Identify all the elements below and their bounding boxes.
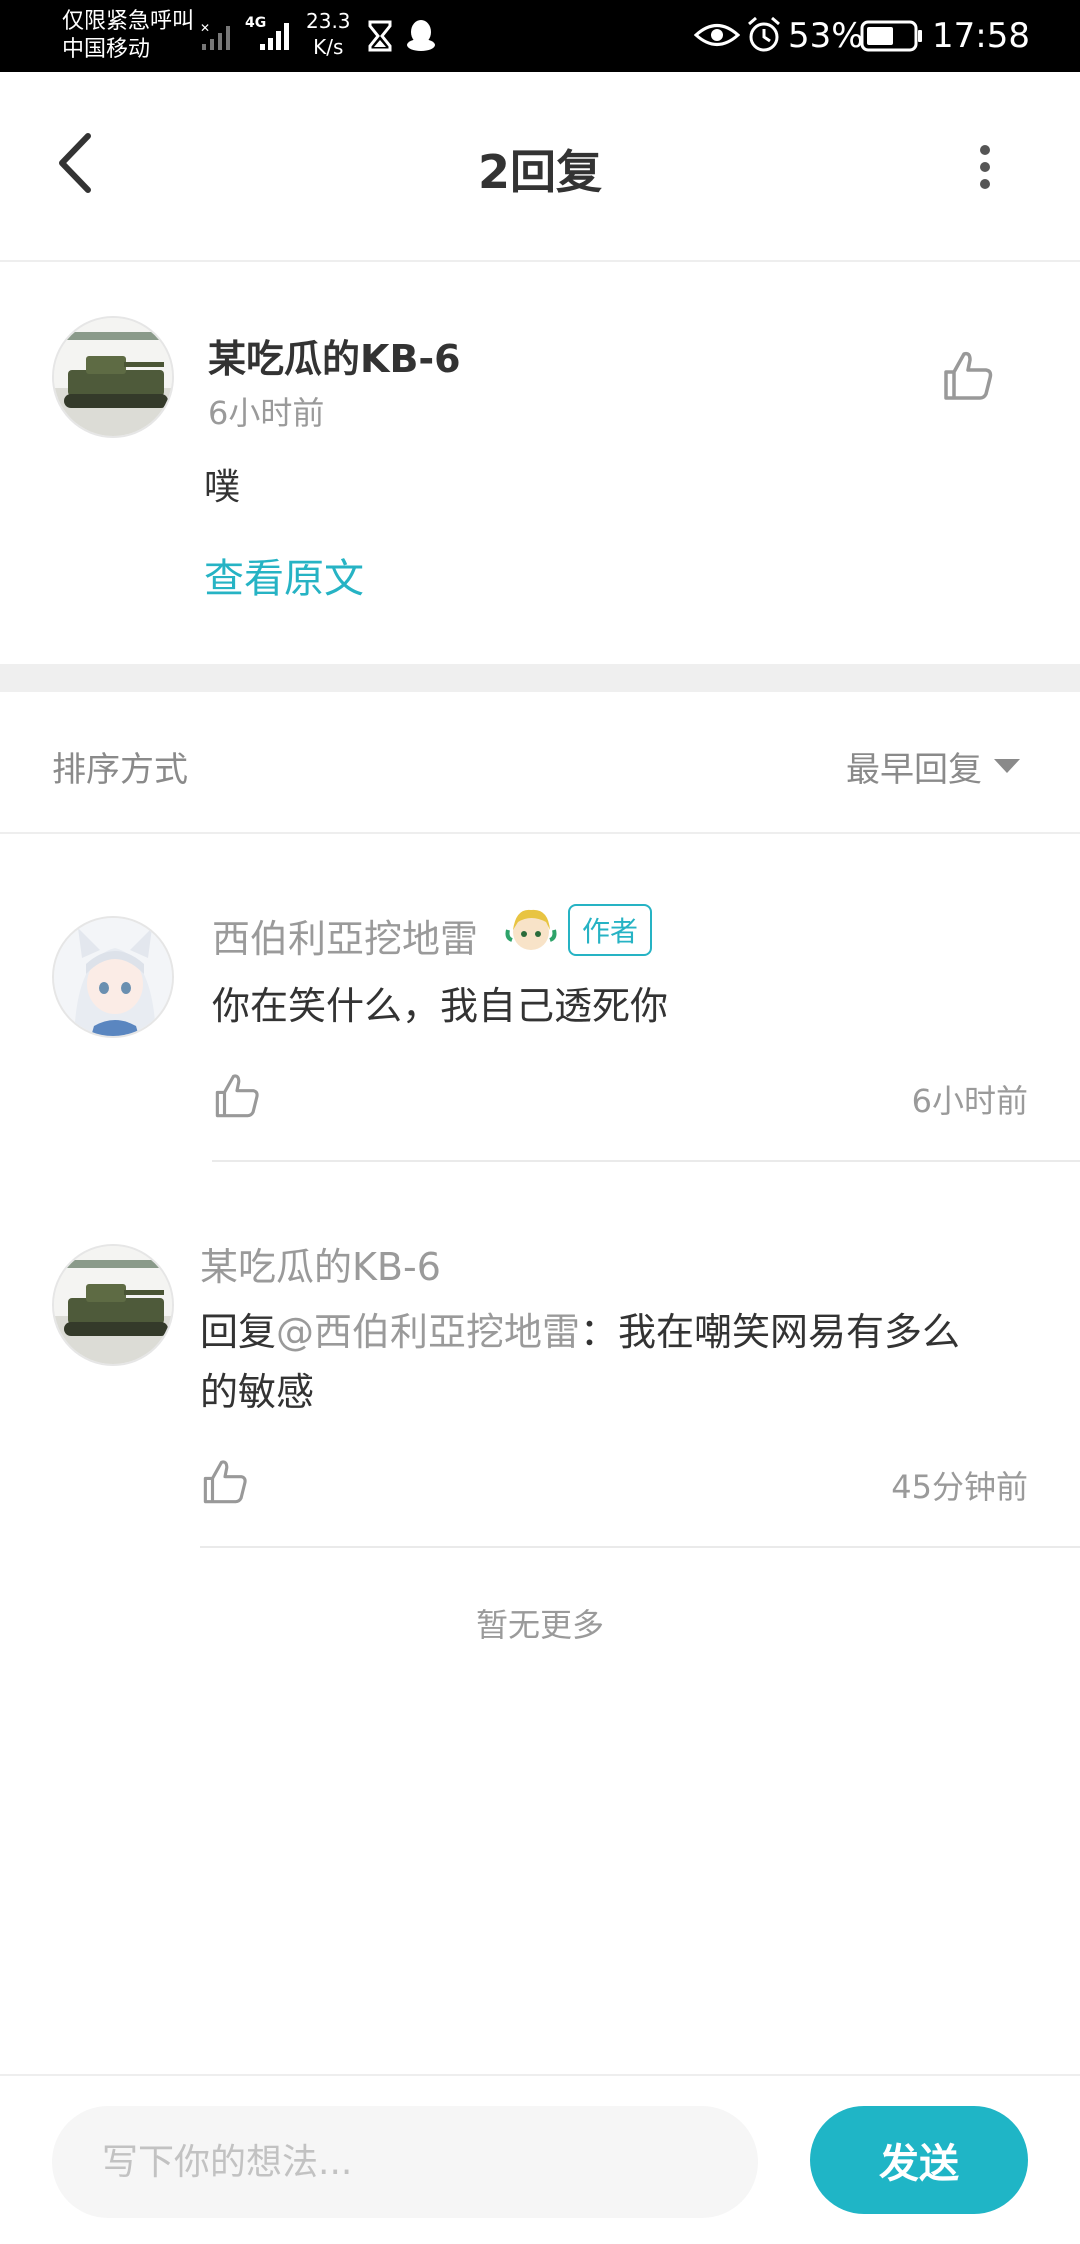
clock: 17:58 [932, 16, 1030, 56]
avatar[interactable] [52, 316, 174, 438]
reply-time: 6小时前 [911, 1082, 1028, 1120]
avatar[interactable] [52, 916, 174, 1038]
comment-input[interactable] [52, 2106, 758, 2218]
thumbs-up-icon[interactable] [940, 348, 996, 404]
more-vertical-icon[interactable] [970, 142, 1000, 192]
battery-icon [860, 20, 922, 52]
carrier-info: 仅限紧急呼叫 中国移动 [62, 8, 194, 64]
no-more-label: 暂无更多 [475, 1606, 604, 1644]
reply-thread-page: 仅限紧急呼叫 中国移动 ✕ 4G 23.3 K/s 53% 17:58 2回复 … [0, 0, 1080, 2244]
send-button[interactable]: 发送 [810, 2106, 1028, 2214]
avatar-badge-icon [505, 909, 557, 950]
page-title: 2回复 [477, 145, 602, 199]
reply-author[interactable]: 某吃瓜的KB-6 [200, 1236, 441, 1291]
reply-text: ：我在嘲笑网易有多么 [580, 1310, 961, 1354]
reply-prefix: 回复 [200, 1310, 277, 1354]
top-navigation-bar: 2回复 [0, 72, 1080, 262]
comment-time: 6小时前 [208, 394, 325, 432]
author-badge: 作者 [568, 904, 653, 956]
signal-x-icon: ✕ [200, 22, 230, 50]
sort-label: 排序方式 [52, 750, 188, 790]
network-speed-unit: K/s [313, 35, 344, 59]
view-original-link[interactable]: 查看原文 [204, 546, 364, 604]
avatar[interactable] [52, 1244, 174, 1366]
qq-icon [407, 20, 435, 51]
reply-text-continued: 的敏感 [200, 1370, 315, 1414]
network-speed-value: 23.3 [306, 9, 351, 33]
caret-down-icon[interactable] [992, 756, 1022, 776]
network-speed: 23.3 K/s [306, 8, 351, 60]
alarm-icon [748, 16, 780, 52]
anime-girl-avatar-image [54, 918, 172, 1036]
carrier-line2: 中国移动 [62, 37, 151, 62]
original-comment: 某吃瓜的KB-6 6小时前 噗 查看原文 [0, 262, 1080, 662]
sort-dropdown[interactable]: 最早回复 [846, 742, 982, 791]
eye-icon [694, 24, 740, 46]
hourglass-icon [368, 20, 392, 52]
comment-author[interactable]: 某吃瓜的KB-6 [208, 328, 461, 383]
status-bar: 仅限紧急呼叫 中国移动 ✕ 4G 23.3 K/s 53% 17:58 [0, 0, 1080, 72]
comment-content: 噗 [204, 467, 241, 508]
reply-time: 45分钟前 [891, 1468, 1028, 1506]
reply-author[interactable]: 西伯利亞挖地雷 [212, 908, 478, 963]
reply-content: 回复@西伯利亞挖地雷：我在嘲笑网易有多么 的敏感 [200, 1302, 1020, 1422]
section-divider [0, 664, 1080, 692]
divider [200, 1546, 1080, 1548]
sort-row: 排序方式 最早回复 [0, 692, 1080, 834]
reply-item: 西伯利亞挖地雷 作者 你在笑什么，我自己透死你 6小时前 [0, 836, 1080, 1162]
svg-text:✕: ✕ [200, 22, 210, 35]
mention-link[interactable]: @西伯利亞挖地雷 [276, 1310, 580, 1354]
reply-item: 某吃瓜的KB-6 回复@西伯利亞挖地雷：我在嘲笑网易有多么 的敏感 45分钟前 [0, 1162, 1080, 1548]
composer-bar: 发送 [0, 2074, 1080, 2244]
thumbs-up-icon[interactable] [212, 1070, 262, 1122]
thumbs-up-icon[interactable] [200, 1456, 250, 1508]
signal-icon [260, 23, 289, 50]
tank-avatar-image [54, 318, 172, 436]
battery-percent: 53% [788, 16, 864, 56]
carrier-line1: 仅限紧急呼叫 [62, 9, 195, 34]
reply-content: 你在笑什么，我自己透死你 [212, 984, 669, 1028]
tank-avatar-image [54, 1246, 172, 1364]
